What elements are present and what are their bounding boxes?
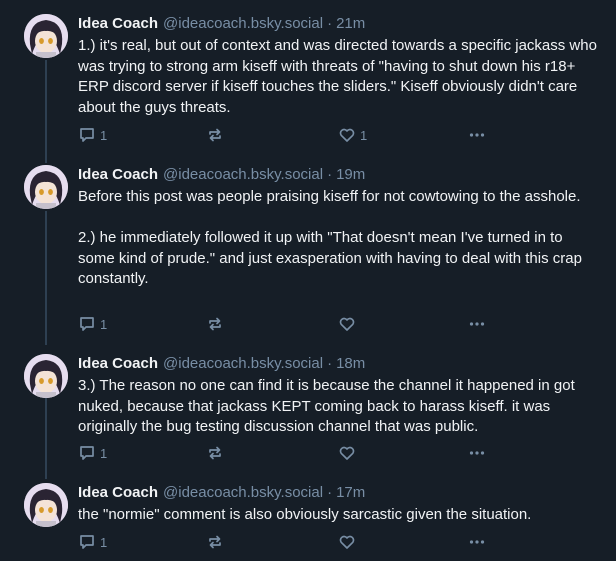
avatar-image bbox=[24, 165, 68, 209]
author-handle[interactable]: @ideacoach.bsky.social bbox=[163, 14, 323, 34]
reply-icon bbox=[80, 317, 94, 331]
reply-icon bbox=[80, 535, 94, 549]
separator: · bbox=[327, 484, 333, 501]
avatar[interactable] bbox=[24, 165, 68, 209]
more-options-button[interactable] bbox=[468, 533, 486, 551]
repost-icon bbox=[209, 317, 221, 331]
post-header: Idea Coach @ideacoach.bsky.social · 19m bbox=[78, 165, 600, 185]
avatar-image bbox=[24, 354, 68, 398]
more-icon bbox=[469, 322, 485, 326]
more-options-button[interactable] bbox=[468, 315, 486, 333]
repost-button[interactable] bbox=[206, 315, 224, 333]
heart-icon bbox=[339, 535, 355, 549]
thread-line bbox=[45, 211, 47, 345]
more-icon bbox=[469, 540, 485, 544]
separator: · bbox=[327, 355, 333, 372]
more-icon bbox=[469, 451, 485, 455]
reply-icon bbox=[80, 446, 94, 460]
repost-icon bbox=[209, 128, 221, 142]
thread-line bbox=[45, 60, 47, 163]
separator: · bbox=[327, 15, 333, 32]
avatar-image bbox=[24, 483, 68, 527]
avatar-image bbox=[24, 14, 68, 58]
more-icon bbox=[469, 133, 485, 137]
post-header: Idea Coach @ideacoach.bsky.social · 18m bbox=[78, 354, 600, 374]
reply-count: 1 bbox=[100, 127, 108, 143]
author-name[interactable]: Idea Coach bbox=[78, 14, 158, 34]
post-text: 3.) The reason no one can find it is bec… bbox=[78, 377, 579, 435]
author-name[interactable]: Idea Coach bbox=[78, 483, 158, 503]
heart-icon bbox=[339, 317, 355, 331]
repost-icon bbox=[209, 446, 221, 460]
post-timestamp[interactable]: 17m bbox=[336, 483, 365, 503]
post-timestamp[interactable]: 21m bbox=[336, 14, 365, 34]
like-button[interactable] bbox=[338, 533, 360, 551]
more-options-button[interactable] bbox=[468, 444, 486, 462]
repost-icon bbox=[209, 535, 221, 549]
thread-line bbox=[45, 393, 47, 479]
like-button[interactable] bbox=[338, 444, 360, 462]
like-count: 1 bbox=[360, 127, 368, 143]
reply-button[interactable]: 1 bbox=[78, 315, 107, 333]
reply-count: 1 bbox=[100, 445, 108, 461]
post-timestamp[interactable]: 18m bbox=[336, 354, 365, 374]
repost-button[interactable] bbox=[206, 533, 224, 551]
post-text: 1.) it's real, but out of context and wa… bbox=[78, 37, 602, 116]
repost-button[interactable] bbox=[206, 126, 224, 144]
post-header: Idea Coach @ideacoach.bsky.social · 21m bbox=[78, 14, 600, 34]
separator: · bbox=[327, 166, 333, 183]
reply-button[interactable]: 1 bbox=[78, 126, 107, 144]
reply-icon bbox=[80, 128, 94, 142]
like-button[interactable]: 1 bbox=[338, 126, 367, 144]
avatar[interactable] bbox=[24, 354, 68, 398]
author-name[interactable]: Idea Coach bbox=[78, 165, 158, 185]
more-options-button[interactable] bbox=[468, 126, 486, 144]
like-button[interactable] bbox=[338, 315, 360, 333]
author-name[interactable]: Idea Coach bbox=[78, 354, 158, 374]
post-text: Before this post was people praising kis… bbox=[78, 188, 582, 287]
reply-button[interactable]: 1 bbox=[78, 533, 107, 551]
post-header: Idea Coach @ideacoach.bsky.social · 17m bbox=[78, 483, 600, 503]
author-handle[interactable]: @ideacoach.bsky.social bbox=[163, 483, 323, 503]
repost-button[interactable] bbox=[206, 444, 224, 462]
post-text: the "normie" comment is also obviously s… bbox=[78, 506, 532, 523]
avatar[interactable] bbox=[24, 483, 68, 527]
post-timestamp[interactable]: 19m bbox=[336, 165, 365, 185]
avatar[interactable] bbox=[24, 14, 68, 58]
reply-count: 1 bbox=[100, 316, 108, 332]
author-handle[interactable]: @ideacoach.bsky.social bbox=[163, 354, 323, 374]
reply-button[interactable]: 1 bbox=[78, 444, 107, 462]
author-handle[interactable]: @ideacoach.bsky.social bbox=[163, 165, 323, 185]
heart-icon bbox=[339, 446, 355, 460]
reply-count: 1 bbox=[100, 534, 108, 550]
heart-icon bbox=[339, 128, 355, 142]
